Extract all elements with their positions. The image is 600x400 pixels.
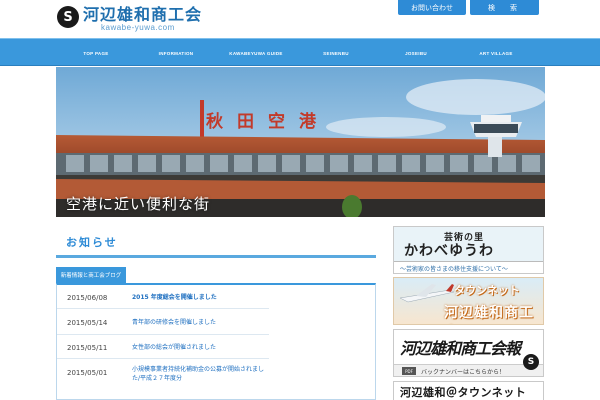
hero-caption: 空港に近い便利な街	[66, 195, 211, 213]
site-header: S 河辺雄和商工会 kawabe-yuwa.com お問い合わせ 検 索	[0, 0, 600, 38]
news-list: 2015/06/08 2015 年度総会を開催しました 2015/05/14 青…	[56, 283, 376, 400]
gear-logo-icon: S	[57, 6, 79, 28]
airport-sign: 秋 田 空 港	[206, 107, 316, 132]
gear-seal-icon: S	[523, 354, 539, 370]
nav-item-seinenbu[interactable]: SEINENBU	[296, 39, 376, 67]
sign-char: 田	[237, 112, 254, 132]
news-date: 2015/05/01	[67, 369, 108, 377]
pdf-icon: PDF	[402, 367, 416, 375]
logo-title: 河辺雄和商工会	[83, 5, 203, 24]
sign-char: 港	[299, 112, 316, 132]
banner-caption: バックナンバーはこちらから！	[421, 369, 506, 376]
section-title: お知らせ	[66, 236, 118, 249]
banner-line1: タウンネット	[454, 284, 520, 297]
sign-char: 秋	[206, 112, 223, 132]
banner-title: かわべゆうわ	[404, 243, 494, 259]
townnet-banner[interactable]: タウンネット 河辺雄和商工会	[393, 277, 544, 325]
news-link[interactable]: 青年部の研修会を開催しました	[132, 318, 216, 327]
art-village-banner[interactable]: 芸術の里 かわべゆうわ 〜芸術家の皆さまの移住支援について〜	[393, 226, 544, 274]
nav-item-joseibu[interactable]: JOSEIBU	[376, 39, 456, 67]
logo-domain: kawabe-yuwa.com	[101, 23, 175, 32]
newsletter-banner[interactable]: 河辺雄和商工会報 PDF バックナンバーはこちらから！ S	[393, 329, 544, 377]
nav-item-top-page[interactable]: TOP PAGE	[56, 39, 136, 67]
news-row: 2015/05/01 小規模事業者持続化補助金の公募が開始されました/平成２７年…	[57, 359, 269, 393]
nav-item-guide[interactable]: KAWABEYUWA GUIDE	[216, 39, 296, 67]
news-link[interactable]: 女性部の総会が開催されました	[132, 343, 216, 352]
news-link[interactable]: 小規模事業者持続化補助金の公募が開始されました/平成２７年度分	[132, 365, 267, 383]
contact-button[interactable]: お問い合わせ	[398, 0, 466, 15]
site-logo[interactable]: S 河辺雄和商工会 kawabe-yuwa.com	[57, 6, 202, 32]
sign-char: 空	[268, 112, 285, 132]
news-date: 2015/05/14	[67, 319, 108, 327]
news-date: 2015/05/11	[67, 344, 108, 352]
nav-item-art-village[interactable]: ART VILLAGE	[456, 39, 536, 67]
search-button[interactable]: 検 索	[470, 0, 539, 15]
news-row: 2015/05/11 女性部の総会が開催されました	[57, 335, 269, 359]
news-link[interactable]: 2015 年度総会を開催しました	[132, 293, 217, 302]
banner-title: 河辺雄和＠タウンネット	[400, 386, 527, 399]
news-row: 2015/05/14 青年部の研修会を開催しました	[57, 309, 269, 335]
banner-line2: 河辺雄和商工会	[444, 305, 534, 321]
global-nav: TOP PAGE INFORMATION KAWABEYUWA GUIDE SE…	[0, 38, 600, 66]
nav-item-information[interactable]: INFORMATION	[136, 39, 216, 67]
news-section-heading: お知らせ	[56, 228, 376, 258]
townnet-link-banner[interactable]: 河辺雄和＠タウンネット	[393, 381, 544, 400]
banner-title: 河辺雄和商工会報	[400, 339, 521, 358]
banner-caption: 〜芸術家の皆さまの移住支援について〜	[400, 266, 508, 273]
news-row: 2015/06/08 2015 年度総会を開催しました	[57, 285, 269, 309]
hero-image: 秋 田 空 港 空港に近い便利な街	[56, 67, 545, 217]
news-date: 2015/06/08	[67, 294, 108, 302]
news-tab[interactable]: 新着情報と商工会ブログ	[56, 267, 126, 283]
